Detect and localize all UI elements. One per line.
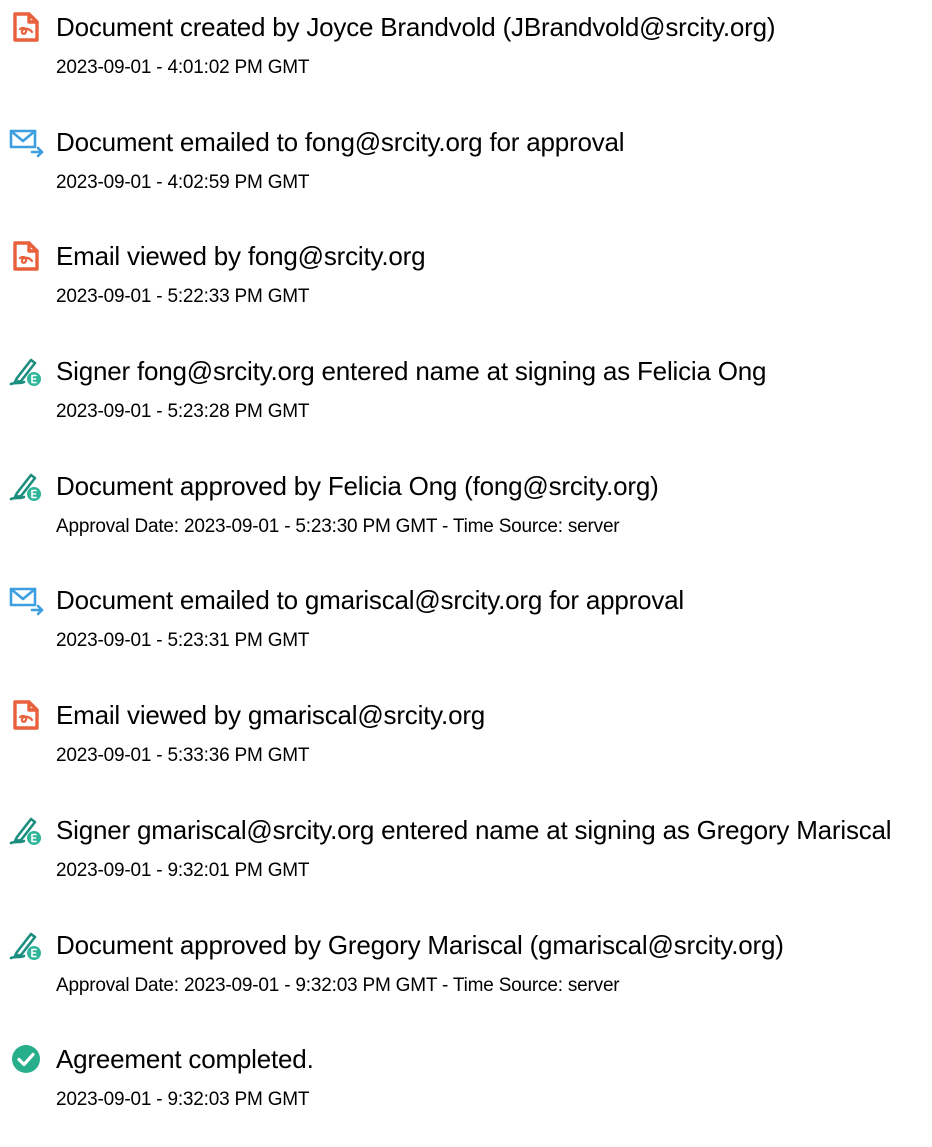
email-sent-icon: [8, 583, 44, 617]
event-timestamp: 2023-09-01 - 9:32:03 PM GMT: [56, 1089, 310, 1111]
audit-event: Signer fong@srcity.org entered name at s…: [0, 344, 932, 459]
event-title: Document emailed to gmariscal@srcity.org…: [56, 585, 684, 616]
event-approval-date: Approval Date: 2023-09-01 - 5:23:30 PM G…: [56, 515, 620, 537]
event-timestamp: 2023-09-01 - 4:02:59 PM GMT: [56, 171, 310, 193]
event-title: Signer fong@srcity.org entered name at s…: [56, 356, 767, 387]
audit-event: Document emailed to gmariscal@srcity.org…: [0, 573, 932, 688]
email-sent-icon: [8, 125, 44, 159]
event-timestamp: 2023-09-01 - 9:32:01 PM GMT: [56, 859, 310, 881]
event-title: Agreement completed.: [56, 1044, 314, 1075]
event-title: Signer gmariscal@srcity.org entered name…: [56, 814, 892, 845]
audit-trail-list: Document created by Joyce Brandvold (JBr…: [0, 0, 932, 1147]
check-circle-icon: [8, 1042, 44, 1076]
audit-event: Email viewed by gmariscal@srcity.org 202…: [0, 688, 932, 803]
event-title: Document approved by Felicia Ong (fong@s…: [56, 470, 659, 501]
audit-event: Document approved by Gregory Mariscal (g…: [0, 918, 932, 1033]
event-title: Document created by Joyce Brandvold (JBr…: [56, 12, 776, 42]
audit-event: Document approved by Felicia Ong (fong@s…: [0, 459, 932, 574]
document-icon: [8, 698, 44, 732]
audit-event: Signer gmariscal@srcity.org entered name…: [0, 803, 932, 918]
audit-event: Email viewed by fong@srcity.org 2023-09-…: [0, 229, 932, 344]
e-sign-icon: [8, 469, 44, 503]
event-approval-date: Approval Date: 2023-09-01 - 9:32:03 PM G…: [56, 974, 620, 996]
event-title: Document approved by Gregory Mariscal (g…: [56, 929, 784, 960]
audit-event: Document created by Joyce Brandvold (JBr…: [0, 0, 932, 115]
event-title: Email viewed by fong@srcity.org: [56, 241, 426, 272]
document-icon: [8, 239, 44, 273]
event-timestamp: 2023-09-01 - 5:22:33 PM GMT: [56, 286, 310, 308]
event-timestamp: 2023-09-01 - 5:23:31 PM GMT: [56, 630, 310, 652]
e-sign-icon: [8, 813, 44, 847]
audit-event: Document emailed to fong@srcity.org for …: [0, 115, 932, 230]
audit-event: Agreement completed. 2023-09-01 - 9:32:0…: [0, 1032, 932, 1147]
event-title: Document emailed to fong@srcity.org for …: [56, 126, 625, 157]
document-icon: [8, 10, 44, 44]
event-timestamp: 2023-09-01 - 5:33:36 PM GMT: [56, 745, 310, 767]
e-sign-icon: [8, 928, 44, 962]
event-timestamp: 2023-09-01 - 4:01:02 PM GMT: [56, 57, 310, 78]
event-timestamp: 2023-09-01 - 5:23:28 PM GMT: [56, 401, 310, 423]
e-sign-icon: [8, 354, 44, 388]
event-title: Email viewed by gmariscal@srcity.org: [56, 700, 486, 731]
